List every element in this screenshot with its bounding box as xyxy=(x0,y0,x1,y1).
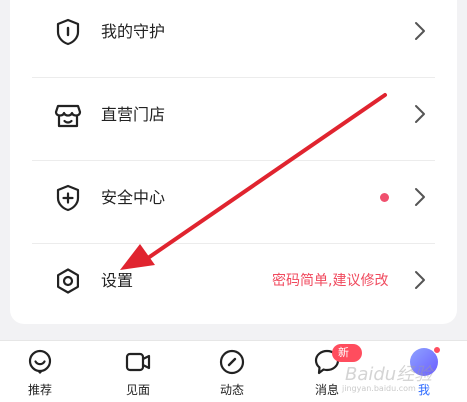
watermark: Baidu经验 xyxy=(345,364,433,385)
recommend-icon xyxy=(28,349,52,374)
gear-icon xyxy=(57,268,79,294)
chevron-right-icon xyxy=(415,188,425,206)
tab-label: 动态 xyxy=(219,383,244,397)
notification-dot xyxy=(433,346,441,354)
watermark-url: jingyan.baidu.com xyxy=(342,384,416,393)
menu-item-label: 我的守护 xyxy=(101,22,166,41)
chevron-right-icon xyxy=(415,271,425,289)
menu-item-direct-store[interactable]: 直营门店 xyxy=(10,78,457,161)
shield-plus-icon xyxy=(56,184,80,212)
menu-item-label: 直营门店 xyxy=(101,105,166,124)
tab-dynamic[interactable]: 动态 xyxy=(197,341,267,402)
settings-menu-card: 我的守护 直营门店 安全中心 设置 密码简单,建议修改 xyxy=(10,0,457,324)
video-icon xyxy=(125,352,151,372)
password-hint: 密码简单,建议修改 xyxy=(272,273,389,289)
menu-item-label: 设置 xyxy=(101,271,134,290)
menu-item-settings[interactable]: 设置 密码简单,建议修改 xyxy=(10,244,457,327)
tab-recommend[interactable]: 推荐 xyxy=(5,341,75,402)
menu-item-my-guard[interactable]: 我的守护 xyxy=(10,0,457,78)
shield-icon xyxy=(56,18,80,46)
compass-icon xyxy=(219,349,245,375)
chevron-right-icon xyxy=(415,105,425,123)
chevron-right-icon xyxy=(415,22,425,40)
store-icon xyxy=(54,104,82,128)
menu-item-label: 安全中心 xyxy=(101,188,166,207)
notification-dot xyxy=(380,193,389,202)
tab-meet[interactable]: 见面 xyxy=(103,341,173,402)
tab-label: 推荐 xyxy=(27,383,52,397)
tab-label: 见面 xyxy=(125,383,150,397)
menu-item-security-center[interactable]: 安全中心 xyxy=(10,161,457,244)
